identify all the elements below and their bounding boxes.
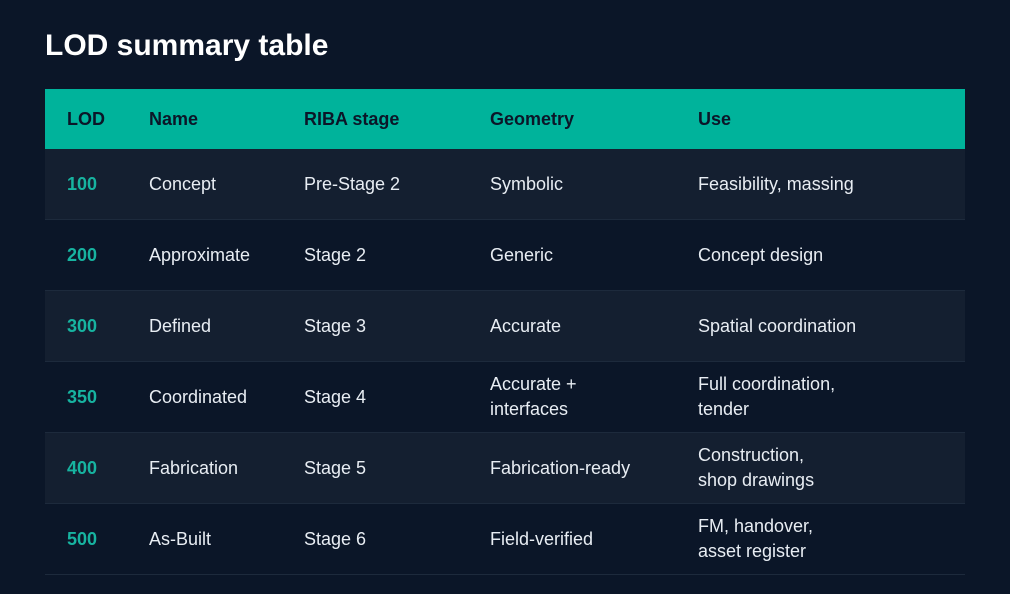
cell-lod: 200 bbox=[67, 244, 98, 265]
table-row: 500 As-Built Stage 6 Field-verified FM, … bbox=[45, 504, 965, 575]
cell-name: Concept bbox=[149, 173, 217, 194]
cell-use: Concept design bbox=[698, 244, 824, 265]
cell-riba-stage: Stage 4 bbox=[304, 386, 367, 407]
table-row: 300 Defined Stage 3 Accurate Spatial coo… bbox=[45, 291, 965, 362]
cell-use: Feasibility, massing bbox=[698, 173, 854, 194]
cell-use: FM, handover, asset register bbox=[698, 516, 814, 561]
slide: LOD summary table LOD Name RIBA stage Ge… bbox=[0, 0, 1010, 594]
cell-riba-stage: Stage 2 bbox=[304, 244, 367, 265]
cell-use: Spatial coordination bbox=[698, 315, 857, 336]
table-row: 350 Coordinated Stage 4 Accurate + inter… bbox=[45, 362, 965, 433]
cell-lod: 100 bbox=[67, 173, 98, 194]
cell-riba-stage: Pre-Stage 2 bbox=[304, 173, 401, 194]
cell-geometry: Accurate bbox=[490, 315, 562, 336]
cell-riba-stage: Stage 5 bbox=[304, 457, 367, 478]
header-name: Name bbox=[149, 108, 199, 129]
header-lod: LOD bbox=[67, 108, 105, 129]
header-geometry: Geometry bbox=[490, 108, 575, 129]
cell-geometry: Generic bbox=[490, 244, 554, 265]
cell-lod: 300 bbox=[67, 315, 98, 336]
cell-name: As-Built bbox=[149, 528, 212, 549]
cell-name: Fabrication bbox=[149, 457, 239, 478]
cell-name: Coordinated bbox=[149, 386, 248, 407]
lod-summary-table: LOD Name RIBA stage Geometry Use 100 Con… bbox=[45, 89, 965, 575]
table-row: 200 Approximate Stage 2 Generic Concept … bbox=[45, 220, 965, 291]
table-row: 100 Concept Pre-Stage 2 Symbolic Feasibi… bbox=[45, 149, 965, 220]
cell-name: Approximate bbox=[149, 244, 251, 265]
header-riba-stage: RIBA stage bbox=[304, 108, 400, 129]
cell-name: Defined bbox=[149, 315, 212, 336]
cell-lod: 350 bbox=[67, 386, 98, 407]
cell-riba-stage: Stage 6 bbox=[304, 528, 367, 549]
cell-lod: 400 bbox=[67, 457, 98, 478]
cell-use: Full coordination, tender bbox=[698, 374, 836, 419]
table-header: LOD Name RIBA stage Geometry Use bbox=[45, 89, 965, 149]
cell-geometry: Field-verified bbox=[490, 528, 594, 549]
cell-riba-stage: Stage 3 bbox=[304, 315, 367, 336]
cell-use: Construction, shop drawings bbox=[698, 445, 815, 490]
cell-geometry: Accurate + interfaces bbox=[490, 374, 577, 419]
table-row: 400 Fabrication Stage 5 Fabrication-read… bbox=[45, 433, 965, 504]
cell-lod: 500 bbox=[67, 528, 98, 549]
cell-geometry: Fabrication-ready bbox=[490, 457, 631, 478]
page-title: LOD summary table bbox=[45, 29, 329, 62]
cell-geometry: Symbolic bbox=[490, 173, 564, 194]
header-use: Use bbox=[698, 108, 732, 129]
